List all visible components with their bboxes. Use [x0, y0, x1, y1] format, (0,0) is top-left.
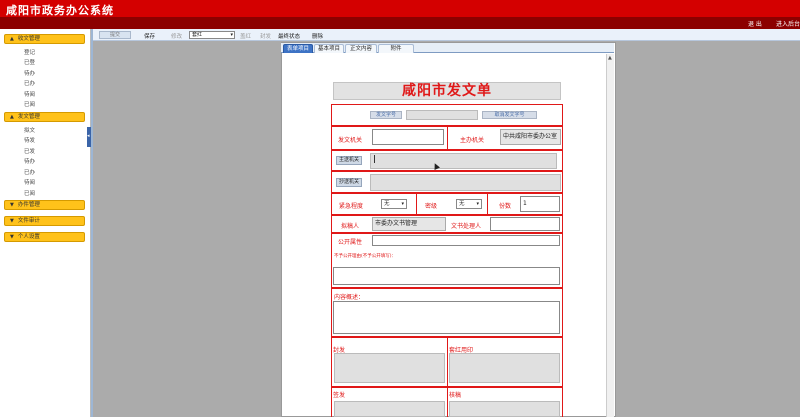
seal-send-button[interactable]: 封发 [260, 32, 271, 40]
host-org-input[interactable]: 中共咸阳市委办公室 [500, 129, 561, 145]
cc-button[interactable]: 抄送机关 [336, 178, 363, 187]
logout-link[interactable]: 退 出 [748, 19, 762, 28]
drafter-input[interactable]: 市委办文书管理 [372, 217, 446, 231]
main-recipient-field[interactable] [370, 153, 557, 169]
sidebar-item[interactable]: 已阅 [24, 189, 35, 197]
header-subbar: 退 出 进入后台 [0, 17, 800, 29]
sidebar-item[interactable]: 待阅 [24, 178, 35, 186]
dropdown-arrow-icon: ▾ [401, 201, 404, 207]
redhead-select[interactable]: 套红 ▾ [189, 31, 235, 39]
expand-arrow-icon: ▼ [10, 218, 14, 224]
main-recipient-button[interactable]: 主送机关 [336, 156, 363, 165]
public-input[interactable] [372, 235, 560, 246]
sidebar-item[interactable]: 登记 [24, 48, 35, 56]
sidebar-section-cases[interactable]: ▼ 办件管理 [4, 200, 85, 210]
public-label: 公开属性 [338, 239, 363, 246]
sidebar-section-audit[interactable]: ▼ 文件审计 [4, 216, 85, 226]
sidebar-item[interactable]: 待办 [24, 69, 35, 77]
sidebar-section-settings[interactable]: ▼ 个人设置 [4, 232, 85, 242]
submit-button[interactable]: 提交 [99, 31, 131, 39]
sidebar: ▲ 收文管理 登记 已登 待办 已办 待阅 已阅 ▲ 发文管理 拟文 待发 已发 待… [0, 29, 91, 417]
non-public-reason-label: 不予公开理由(不予公开填写)： [334, 254, 397, 259]
form-tabs: 表单项目 基本项目 正文内容 附件 [281, 43, 614, 53]
handler-input[interactable] [490, 217, 560, 231]
issuing-org-input[interactable] [372, 129, 444, 145]
sidebar-item[interactable]: 已登 [24, 58, 35, 66]
sign-field[interactable] [334, 401, 445, 417]
non-public-reason-input[interactable] [333, 267, 560, 285]
divider [447, 387, 448, 417]
secrecy-select[interactable]: 无 ▾ [456, 199, 482, 209]
tab-body[interactable]: 正文内容 [345, 44, 377, 53]
final-status-button[interactable]: 最终状态 [278, 32, 300, 40]
vertical-scrollbar[interactable]: ▲ [606, 54, 614, 417]
collapse-arrow-icon: ▲ [10, 114, 14, 120]
text-caret [374, 155, 375, 163]
divider [487, 193, 488, 215]
dropdown-arrow-icon: ▾ [476, 201, 479, 207]
collapse-left-icon: ◂ [87, 133, 90, 139]
drafter-label: 拟稿人 [341, 223, 360, 230]
dropdown-arrow-icon: ▾ [230, 32, 233, 38]
app-header: 咸阳市政务办公系统 [0, 0, 800, 17]
stamp-field[interactable] [449, 353, 560, 383]
save-button[interactable]: 保存 [144, 32, 155, 40]
cancel-doc-number-button[interactable]: 取消发文字号 [482, 111, 537, 119]
divider [447, 337, 448, 387]
issuing-org-label: 发文机关 [338, 137, 363, 144]
cc-field[interactable] [370, 174, 561, 191]
sidebar-section-receive[interactable]: ▲ 收文管理 [4, 34, 85, 44]
tab-form[interactable]: 表单项目 [283, 44, 313, 53]
sidebar-item[interactable]: 待发 [24, 136, 35, 144]
sidebar-item[interactable]: 待办 [24, 157, 35, 165]
sidebar-item[interactable]: 拟文 [24, 126, 35, 134]
secrecy-label: 密级 [425, 203, 438, 210]
app-title: 咸阳市政务办公系统 [6, 4, 114, 17]
review-label: 核稿 [449, 392, 462, 399]
tab-attachments[interactable]: 附件 [378, 44, 414, 53]
urgency-label: 紧急程度 [339, 203, 364, 210]
stamp-button[interactable]: 盖红 [240, 32, 251, 40]
sidebar-section-send[interactable]: ▲ 发文管理 [4, 112, 85, 122]
sidebar-item[interactable]: 已办 [24, 79, 35, 87]
summary-input[interactable] [333, 301, 560, 334]
scroll-up-icon: ▲ [608, 55, 612, 61]
doc-number-field[interactable] [406, 110, 478, 120]
host-org-label: 主办机关 [460, 137, 485, 144]
seal-issue-field[interactable] [334, 353, 445, 383]
divider [447, 126, 448, 150]
form-title: 咸阳市发文单 [333, 82, 561, 100]
delete-button[interactable]: 删除 [312, 32, 323, 40]
copies-input[interactable]: 1 [520, 196, 560, 212]
handler-label: 文书处理人 [451, 223, 482, 230]
sign-label: 签发 [333, 392, 346, 399]
admin-link[interactable]: 进入后台 [776, 19, 800, 28]
review-field[interactable] [449, 401, 560, 417]
collapse-arrow-icon: ▲ [10, 36, 14, 42]
sidebar-item[interactable]: 已发 [24, 147, 35, 155]
sidebar-toggle-handle[interactable]: ◂ [87, 127, 91, 147]
sidebar-item[interactable]: 待阅 [24, 90, 35, 98]
toolbar: 提交 保存 修改 套红 ▾ 盖红 封发 最终状态 删除 [93, 29, 800, 41]
doc-number-button[interactable]: 发文字号 [370, 111, 402, 119]
expand-arrow-icon: ▼ [10, 202, 14, 208]
sidebar-item[interactable]: 已阅 [24, 100, 35, 108]
expand-arrow-icon: ▼ [10, 234, 14, 240]
summary-label: 内容概述： [334, 294, 365, 301]
divider [416, 193, 417, 215]
modify-button[interactable]: 修改 [171, 32, 182, 40]
urgency-select[interactable]: 无 ▾ [381, 199, 407, 209]
copies-label: 份数 [499, 203, 512, 210]
sidebar-item[interactable]: 已办 [24, 168, 35, 176]
tab-basic[interactable]: 基本项目 [314, 44, 344, 53]
